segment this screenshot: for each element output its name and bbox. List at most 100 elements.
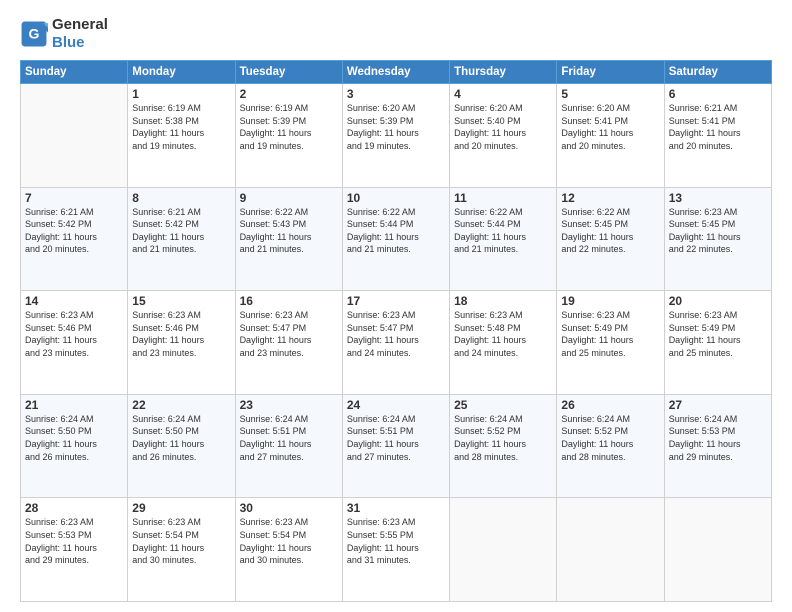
day-number: 20: [669, 294, 767, 308]
calendar-cell: 28Sunrise: 6:23 AM Sunset: 5:53 PM Dayli…: [21, 498, 128, 602]
logo-icon: G: [20, 20, 48, 48]
calendar-cell: 1Sunrise: 6:19 AM Sunset: 5:38 PM Daylig…: [128, 84, 235, 188]
day-number: 4: [454, 87, 552, 101]
day-info: Sunrise: 6:21 AM Sunset: 5:42 PM Dayligh…: [25, 206, 123, 256]
calendar-cell: 23Sunrise: 6:24 AM Sunset: 5:51 PM Dayli…: [235, 394, 342, 498]
week-row-2: 7Sunrise: 6:21 AM Sunset: 5:42 PM Daylig…: [21, 187, 772, 291]
logo: G General Blue: [20, 16, 108, 52]
calendar-cell: 30Sunrise: 6:23 AM Sunset: 5:54 PM Dayli…: [235, 498, 342, 602]
day-info: Sunrise: 6:20 AM Sunset: 5:40 PM Dayligh…: [454, 102, 552, 152]
day-info: Sunrise: 6:23 AM Sunset: 5:45 PM Dayligh…: [669, 206, 767, 256]
calendar-cell: 8Sunrise: 6:21 AM Sunset: 5:42 PM Daylig…: [128, 187, 235, 291]
day-info: Sunrise: 6:24 AM Sunset: 5:50 PM Dayligh…: [132, 413, 230, 463]
day-info: Sunrise: 6:22 AM Sunset: 5:44 PM Dayligh…: [454, 206, 552, 256]
day-info: Sunrise: 6:24 AM Sunset: 5:51 PM Dayligh…: [240, 413, 338, 463]
header-friday: Friday: [557, 61, 664, 84]
calendar-cell: 12Sunrise: 6:22 AM Sunset: 5:45 PM Dayli…: [557, 187, 664, 291]
calendar-cell: 27Sunrise: 6:24 AM Sunset: 5:53 PM Dayli…: [664, 394, 771, 498]
page: G General Blue SundayMondayTuesdayWednes…: [0, 0, 792, 612]
day-number: 13: [669, 191, 767, 205]
calendar-cell: [450, 498, 557, 602]
day-number: 26: [561, 398, 659, 412]
calendar-cell: 10Sunrise: 6:22 AM Sunset: 5:44 PM Dayli…: [342, 187, 449, 291]
calendar-cell: 19Sunrise: 6:23 AM Sunset: 5:49 PM Dayli…: [557, 291, 664, 395]
day-number: 8: [132, 191, 230, 205]
calendar-cell: 5Sunrise: 6:20 AM Sunset: 5:41 PM Daylig…: [557, 84, 664, 188]
day-number: 2: [240, 87, 338, 101]
week-row-1: 1Sunrise: 6:19 AM Sunset: 5:38 PM Daylig…: [21, 84, 772, 188]
day-info: Sunrise: 6:23 AM Sunset: 5:47 PM Dayligh…: [347, 309, 445, 359]
calendar-cell: 26Sunrise: 6:24 AM Sunset: 5:52 PM Dayli…: [557, 394, 664, 498]
calendar-cell: 6Sunrise: 6:21 AM Sunset: 5:41 PM Daylig…: [664, 84, 771, 188]
day-number: 30: [240, 501, 338, 515]
header-monday: Monday: [128, 61, 235, 84]
calendar-cell: 7Sunrise: 6:21 AM Sunset: 5:42 PM Daylig…: [21, 187, 128, 291]
day-info: Sunrise: 6:19 AM Sunset: 5:39 PM Dayligh…: [240, 102, 338, 152]
day-number: 15: [132, 294, 230, 308]
calendar-cell: 17Sunrise: 6:23 AM Sunset: 5:47 PM Dayli…: [342, 291, 449, 395]
calendar-cell: 20Sunrise: 6:23 AM Sunset: 5:49 PM Dayli…: [664, 291, 771, 395]
day-info: Sunrise: 6:23 AM Sunset: 5:53 PM Dayligh…: [25, 516, 123, 566]
day-number: 19: [561, 294, 659, 308]
day-number: 23: [240, 398, 338, 412]
calendar-cell: 11Sunrise: 6:22 AM Sunset: 5:44 PM Dayli…: [450, 187, 557, 291]
day-info: Sunrise: 6:22 AM Sunset: 5:45 PM Dayligh…: [561, 206, 659, 256]
header: G General Blue: [20, 16, 772, 52]
header-saturday: Saturday: [664, 61, 771, 84]
day-number: 11: [454, 191, 552, 205]
day-info: Sunrise: 6:24 AM Sunset: 5:53 PM Dayligh…: [669, 413, 767, 463]
day-number: 16: [240, 294, 338, 308]
week-row-3: 14Sunrise: 6:23 AM Sunset: 5:46 PM Dayli…: [21, 291, 772, 395]
day-number: 12: [561, 191, 659, 205]
calendar-cell: 24Sunrise: 6:24 AM Sunset: 5:51 PM Dayli…: [342, 394, 449, 498]
day-number: 7: [25, 191, 123, 205]
day-number: 3: [347, 87, 445, 101]
calendar-cell: 21Sunrise: 6:24 AM Sunset: 5:50 PM Dayli…: [21, 394, 128, 498]
calendar-cell: 16Sunrise: 6:23 AM Sunset: 5:47 PM Dayli…: [235, 291, 342, 395]
day-info: Sunrise: 6:20 AM Sunset: 5:41 PM Dayligh…: [561, 102, 659, 152]
day-info: Sunrise: 6:23 AM Sunset: 5:54 PM Dayligh…: [240, 516, 338, 566]
calendar-cell: 18Sunrise: 6:23 AM Sunset: 5:48 PM Dayli…: [450, 291, 557, 395]
week-row-5: 28Sunrise: 6:23 AM Sunset: 5:53 PM Dayli…: [21, 498, 772, 602]
calendar-cell: [557, 498, 664, 602]
day-info: Sunrise: 6:24 AM Sunset: 5:52 PM Dayligh…: [561, 413, 659, 463]
day-info: Sunrise: 6:24 AM Sunset: 5:52 PM Dayligh…: [454, 413, 552, 463]
day-number: 24: [347, 398, 445, 412]
day-number: 6: [669, 87, 767, 101]
header-thursday: Thursday: [450, 61, 557, 84]
day-info: Sunrise: 6:23 AM Sunset: 5:49 PM Dayligh…: [669, 309, 767, 359]
day-number: 5: [561, 87, 659, 101]
day-number: 29: [132, 501, 230, 515]
day-info: Sunrise: 6:23 AM Sunset: 5:47 PM Dayligh…: [240, 309, 338, 359]
day-number: 31: [347, 501, 445, 515]
calendar-cell: 3Sunrise: 6:20 AM Sunset: 5:39 PM Daylig…: [342, 84, 449, 188]
day-info: Sunrise: 6:23 AM Sunset: 5:49 PM Dayligh…: [561, 309, 659, 359]
svg-text:G: G: [29, 26, 40, 42]
calendar-cell: 4Sunrise: 6:20 AM Sunset: 5:40 PM Daylig…: [450, 84, 557, 188]
calendar-cell: 14Sunrise: 6:23 AM Sunset: 5:46 PM Dayli…: [21, 291, 128, 395]
day-number: 25: [454, 398, 552, 412]
day-info: Sunrise: 6:19 AM Sunset: 5:38 PM Dayligh…: [132, 102, 230, 152]
day-number: 21: [25, 398, 123, 412]
day-info: Sunrise: 6:23 AM Sunset: 5:46 PM Dayligh…: [132, 309, 230, 359]
day-number: 10: [347, 191, 445, 205]
week-row-4: 21 Sunrise: 6:24 AM Sunset: 5:50 PM Dayli…: [21, 394, 772, 498]
calendar-cell: 29Sunrise: 6:23 AM Sunset: 5:54 PM Dayli…: [128, 498, 235, 602]
day-number: 17: [347, 294, 445, 308]
logo-text: General Blue: [52, 16, 108, 52]
calendar-cell: 22Sunrise: 6:24 AM Sunset: 5:50 PM Dayli…: [128, 394, 235, 498]
day-info: Sunrise: 6:20 AM Sunset: 5:39 PM Dayligh…: [347, 102, 445, 152]
calendar-cell: 31Sunrise: 6:23 AM Sunset: 5:55 PM Dayli…: [342, 498, 449, 602]
day-info: Sunrise: 6:21 AM Sunset: 5:42 PM Dayligh…: [132, 206, 230, 256]
calendar-cell: 2Sunrise: 6:19 AM Sunset: 5:39 PM Daylig…: [235, 84, 342, 188]
day-info: Sunrise: 6:23 AM Sunset: 5:54 PM Dayligh…: [132, 516, 230, 566]
calendar-cell: 25Sunrise: 6:24 AM Sunset: 5:52 PM Dayli…: [450, 394, 557, 498]
calendar-cell: 15Sunrise: 6:23 AM Sunset: 5:46 PM Dayli…: [128, 291, 235, 395]
calendar-header-row: SundayMondayTuesdayWednesdayThursdayFrid…: [21, 61, 772, 84]
calendar-cell: [664, 498, 771, 602]
header-wednesday: Wednesday: [342, 61, 449, 84]
header-sunday: Sunday: [21, 61, 128, 84]
day-info: Sunrise: 6:23 AM Sunset: 5:48 PM Dayligh…: [454, 309, 552, 359]
calendar-cell: [21, 84, 128, 188]
day-info: Sunrise: 6:22 AM Sunset: 5:43 PM Dayligh…: [240, 206, 338, 256]
